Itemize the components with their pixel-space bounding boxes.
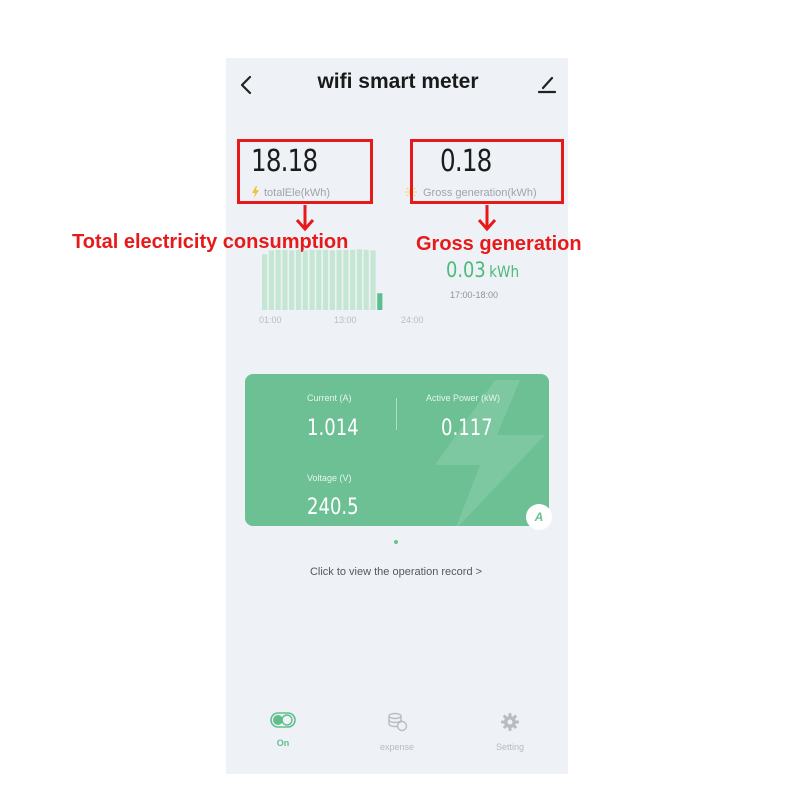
selected-generation-value: 0.03 kWh: [446, 258, 520, 282]
auto-mode-badge[interactable]: A: [526, 504, 552, 530]
metrics-card[interactable]: Current (A) 1.014 Active Power (kW) 0.11…: [245, 374, 549, 526]
chart-bar[interactable]: [356, 249, 363, 310]
chart-bar[interactable]: [329, 250, 335, 310]
x-tick-label: 01:00: [259, 315, 282, 325]
hourly-bar-chart[interactable]: [262, 248, 384, 310]
chart-bar[interactable]: [343, 249, 349, 310]
chart-bar[interactable]: [377, 293, 383, 310]
chart-bar[interactable]: [370, 250, 376, 310]
chart-bar[interactable]: [302, 250, 308, 310]
total-highlight-box: [237, 139, 373, 204]
x-tick-label: 24:00: [401, 315, 424, 325]
chart-bar[interactable]: [268, 250, 274, 310]
chart-bar[interactable]: [309, 249, 315, 310]
gross-generation-annotation: Gross generation: [416, 233, 582, 255]
divider: [396, 398, 397, 430]
down-arrow-icon: [295, 205, 315, 232]
chart-bar[interactable]: [289, 250, 295, 310]
tab-expense[interactable]: expense: [367, 712, 427, 752]
voltage-value: 240.5: [307, 495, 359, 520]
chart-bar[interactable]: [275, 249, 281, 310]
chart-bar[interactable]: [295, 249, 302, 310]
pagination-dot: [394, 540, 398, 544]
chart-bar[interactable]: [336, 249, 342, 310]
gross-highlight-box: [410, 139, 564, 204]
tab-setting-label: Setting: [495, 742, 525, 752]
x-tick-label: 13:00: [334, 315, 357, 325]
operation-record-link[interactable]: Click to view the operation record >: [300, 566, 492, 578]
chart-bar[interactable]: [323, 249, 329, 310]
current-label: Current (A): [307, 393, 352, 403]
chart-bar[interactable]: [316, 249, 322, 310]
tab-expense-label: expense: [379, 742, 415, 752]
selected-time-range: 17:00-18:00: [450, 290, 499, 300]
active-power-value: 0.117: [441, 416, 493, 441]
back-icon[interactable]: [236, 72, 258, 98]
page-title: wifi smart meter: [317, 70, 479, 93]
tab-setting[interactable]: Setting: [480, 712, 540, 752]
chart-bar[interactable]: [363, 249, 369, 310]
down-arrow-icon: [477, 205, 497, 232]
chart-bar[interactable]: [262, 254, 268, 310]
voltage-label: Voltage (V): [307, 473, 352, 483]
coins-icon: [388, 712, 408, 732]
chart-bar[interactable]: [350, 249, 356, 310]
active-power-label: Active Power (kW): [426, 393, 501, 403]
gear-icon: [501, 713, 519, 731]
current-value: 1.014: [307, 416, 359, 441]
toggle-icon: [270, 712, 296, 728]
chart-bar[interactable]: [282, 249, 288, 310]
tab-on-label: On: [276, 738, 290, 748]
tab-on[interactable]: On: [253, 712, 313, 748]
edit-icon[interactable]: [536, 74, 558, 96]
